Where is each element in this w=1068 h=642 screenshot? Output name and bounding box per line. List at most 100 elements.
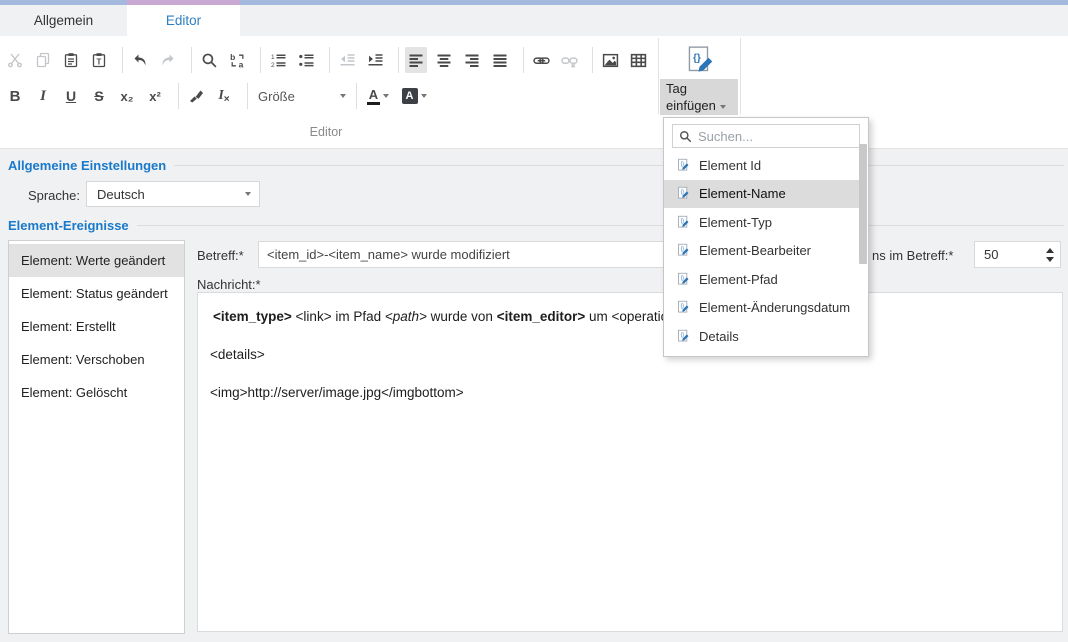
redo-icon[interactable] (157, 47, 179, 73)
toolbar-separator (260, 47, 261, 73)
numbered-list-icon[interactable]: 12 (267, 47, 289, 73)
background-color-icon[interactable]: A (399, 83, 429, 109)
link-icon[interactable] (530, 47, 552, 73)
menu-item-element-name[interactable]: {}Element-Name (664, 180, 860, 209)
section-title: Element-Ereignisse (8, 218, 129, 233)
indent-icon[interactable] (364, 47, 386, 73)
list-item-status-geaendert[interactable]: Element: Status geändert (9, 277, 184, 310)
language-select[interactable]: Deutsch (86, 181, 260, 207)
align-right-icon[interactable] (461, 47, 483, 73)
copy-icon[interactable] (32, 47, 54, 73)
subscript-icon[interactable]: x₂ (116, 83, 138, 109)
language-value: Deutsch (97, 187, 145, 202)
svg-text:2: 2 (271, 62, 275, 68)
superscript-icon[interactable]: x² (144, 83, 166, 109)
replace-icon[interactable]: ba (226, 47, 248, 73)
unlink-icon[interactable] (558, 47, 580, 73)
tab-allgemein[interactable]: Allgemein (0, 5, 127, 36)
strikethrough-icon[interactable]: S (88, 83, 110, 109)
toolbar-separator (191, 47, 192, 73)
align-left-icon[interactable] (405, 47, 427, 73)
section-title: Allgemeine Einstellungen (8, 158, 166, 173)
toolbar-separator (398, 47, 399, 73)
tab-editor[interactable]: Editor (127, 5, 240, 36)
toolbar-separator (592, 47, 593, 73)
underline-icon[interactable]: U (60, 83, 82, 109)
message-line-2: <details> (210, 346, 1050, 363)
subject-length-input[interactable] (975, 242, 1039, 267)
list-item-werte-geaendert[interactable]: Element: Werte geändert (9, 244, 184, 277)
ribbon-group-separator (658, 38, 659, 114)
svg-text:{}: {} (693, 53, 701, 64)
subject-label: Betreff:* (197, 248, 244, 263)
tag-menu-items: {}Element Id {}Element-Name {}Element-Ty… (664, 151, 860, 351)
tag-menu-search[interactable] (672, 124, 860, 148)
editor-ribbon: T ba 12 B I (0, 36, 1068, 149)
font-size-label: Größe (258, 89, 295, 104)
chevron-down-icon (720, 105, 726, 109)
tag-icon: {} (676, 186, 691, 201)
menu-item-element-typ[interactable]: {}Element-Typ (664, 208, 860, 237)
insert-tag-button[interactable]: {} Tag einfügen (660, 38, 738, 115)
tag-menu-search-input[interactable] (698, 129, 853, 144)
tab-bar: Allgemein Editor (0, 5, 1068, 36)
svg-text:T: T (97, 58, 102, 67)
align-center-icon[interactable] (433, 47, 455, 73)
message-line-3: <img>http://server/image.jpg</imgbottom> (210, 384, 1050, 401)
section-general-settings: Allgemeine Einstellungen (8, 158, 1064, 173)
svg-text:a: a (238, 59, 243, 69)
image-icon[interactable] (599, 47, 621, 73)
menu-item-element-aenderungsdatum[interactable]: {}Element-Änderungsdatum (664, 294, 860, 323)
remove-formatting-icon[interactable]: I× (213, 83, 235, 109)
format-painter-icon[interactable] (185, 83, 207, 109)
spinner-up-icon[interactable] (1046, 248, 1054, 253)
text-color-icon[interactable]: A (363, 83, 393, 109)
toolbar-separator (247, 83, 248, 109)
menu-item-details[interactable]: {}Details (664, 322, 860, 351)
ribbon-group-label: Editor (0, 125, 652, 139)
menu-item-element-bearbeiter[interactable]: {}Element-Bearbeiter (664, 237, 860, 266)
editor-settings-window: Allgemein Editor T ba 12 (0, 0, 1068, 642)
search-icon (679, 130, 692, 143)
toolbar-row-2: B I U S x₂ x² I× Größe A A (4, 81, 435, 111)
message-line-1: <item_type> <link> im Pfad <path> wurde … (210, 308, 1050, 325)
justify-icon[interactable] (489, 47, 511, 73)
svg-text:1: 1 (271, 54, 275, 61)
chevron-down-icon (421, 94, 427, 98)
section-rule (137, 225, 1064, 226)
undo-icon[interactable] (129, 47, 151, 73)
bold-icon[interactable]: B (4, 83, 26, 109)
outdent-icon[interactable] (336, 47, 358, 73)
paste-as-text-icon[interactable]: T (88, 47, 110, 73)
table-icon[interactable] (627, 47, 649, 73)
paste-icon[interactable] (60, 47, 82, 73)
insert-tag-icon: {} (660, 38, 738, 79)
cut-icon[interactable] (4, 47, 26, 73)
text-color-swatch (367, 102, 380, 105)
toolbar-row-1: T ba 12 (4, 45, 656, 75)
menu-item-element-id[interactable]: {}Element Id (664, 151, 860, 180)
message-editor[interactable]: <item_type> <link> im Pfad <path> wurde … (197, 292, 1063, 632)
tag-menu-scrollbar[interactable] (859, 144, 867, 264)
tag-icon: {} (676, 158, 691, 173)
list-item-erstellt[interactable]: Element: Erstellt (9, 310, 184, 343)
list-item-verschoben[interactable]: Element: Verschoben (9, 343, 184, 376)
italic-icon[interactable]: I (32, 83, 54, 109)
bulleted-list-icon[interactable] (295, 47, 317, 73)
ribbon-group-separator (740, 38, 741, 114)
list-item-geloescht[interactable]: Element: Gelöscht (9, 376, 184, 409)
font-size-dropdown[interactable]: Größe (254, 89, 350, 104)
tag-icon: {} (676, 300, 691, 315)
chevron-down-icon (383, 94, 389, 98)
toolbar-separator (356, 83, 357, 109)
toolbar-separator (523, 47, 524, 73)
spinner-down-icon[interactable] (1046, 257, 1054, 262)
language-label: Sprache: (22, 188, 80, 203)
search-icon[interactable] (198, 47, 220, 73)
menu-item-element-pfad[interactable]: {}Element-Pfad (664, 265, 860, 294)
section-rule (174, 165, 1064, 166)
insert-tag-menu: {}Element Id {}Element-Name {}Element-Ty… (663, 117, 869, 357)
tag-icon: {} (676, 329, 691, 344)
chevron-down-icon (340, 94, 346, 98)
event-list: Element: Werte geändert Element: Status … (8, 240, 185, 634)
